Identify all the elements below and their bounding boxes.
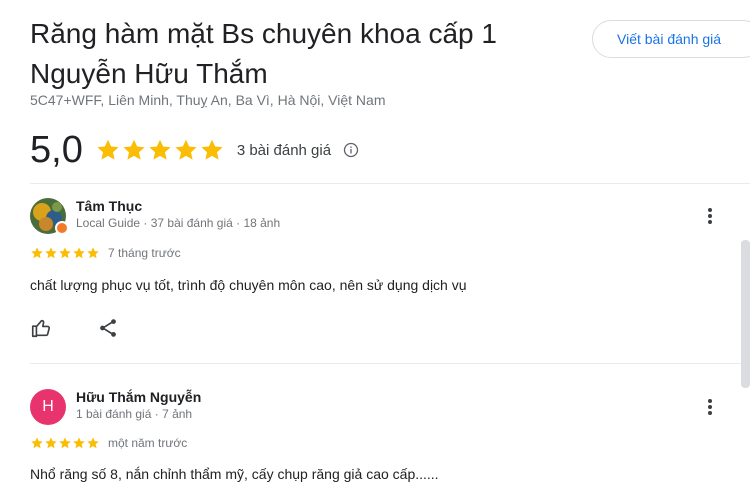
write-review-button[interactable]: Viết bài đánh giá bbox=[592, 20, 750, 58]
avatar[interactable]: H bbox=[30, 389, 66, 425]
star-icon bbox=[31, 437, 43, 449]
more-vert-icon[interactable] bbox=[700, 397, 720, 417]
reviewer-meta: 1 bài đánh giá · 7 ảnh bbox=[76, 407, 193, 421]
star-icon bbox=[45, 437, 57, 449]
star-icon bbox=[149, 139, 171, 160]
divider bbox=[30, 363, 750, 364]
review-item: Tâm Thục Local Guide · 37 bài đánh giá ·… bbox=[30, 198, 730, 348]
star-icon bbox=[59, 437, 71, 449]
share-icon[interactable] bbox=[97, 317, 119, 339]
star-icon bbox=[201, 139, 223, 160]
review-stars bbox=[30, 246, 100, 260]
star-icon bbox=[59, 247, 71, 259]
reviewer-meta: Local Guide · 37 bài đánh giá · 18 ảnh bbox=[76, 216, 281, 230]
review-text: Nhổ răng số 8, nắn chỉnh thẩm mỹ, cấy ch… bbox=[30, 466, 439, 482]
scrollbar[interactable] bbox=[741, 240, 750, 388]
info-icon[interactable] bbox=[343, 142, 359, 158]
thumb-up-icon[interactable] bbox=[30, 317, 52, 339]
more-vert-icon[interactable] bbox=[700, 206, 720, 226]
star-icon bbox=[97, 139, 119, 160]
star-icon bbox=[73, 437, 85, 449]
place-title: Răng hàm mặt Bs chuyên khoa cấp 1 Nguyễn… bbox=[30, 18, 497, 89]
review-rating: một năm trước bbox=[30, 436, 187, 450]
review-stars bbox=[30, 436, 100, 450]
star-icon bbox=[45, 247, 57, 259]
reviewer-name[interactable]: Tâm Thục bbox=[76, 198, 142, 214]
rating-stars bbox=[95, 137, 225, 163]
rating-value: 5,0 bbox=[30, 128, 83, 171]
rating-summary: 5,0 3 bài đánh giá bbox=[30, 128, 359, 172]
star-icon bbox=[87, 437, 99, 449]
review-item: H Hữu Thắm Nguyễn 1 bài đánh giá · 7 ảnh… bbox=[30, 389, 730, 489]
place-address: 5C47+WFF, Liên Minh, Thuỵ An, Ba Vì, Hà … bbox=[30, 92, 386, 108]
local-guide-badge bbox=[55, 221, 69, 235]
review-text: chất lượng phục vụ tốt, trình độ chuyên … bbox=[30, 277, 467, 293]
reviews-panel: Răng hàm mặt Bs chuyên khoa cấp 1 Nguyễn… bbox=[0, 0, 750, 501]
star-icon bbox=[73, 247, 85, 259]
review-rating: 7 tháng trước bbox=[30, 246, 181, 260]
review-time: 7 tháng trước bbox=[108, 246, 181, 260]
divider bbox=[30, 183, 750, 184]
review-time: một năm trước bbox=[108, 436, 188, 450]
reviewer-name[interactable]: Hữu Thắm Nguyễn bbox=[76, 389, 201, 405]
review-count: 3 bài đánh giá bbox=[236, 141, 332, 159]
star-icon bbox=[31, 247, 43, 259]
star-icon bbox=[87, 247, 99, 259]
star-icon bbox=[175, 139, 197, 160]
star-icon bbox=[123, 139, 145, 160]
review-actions bbox=[30, 317, 119, 339]
